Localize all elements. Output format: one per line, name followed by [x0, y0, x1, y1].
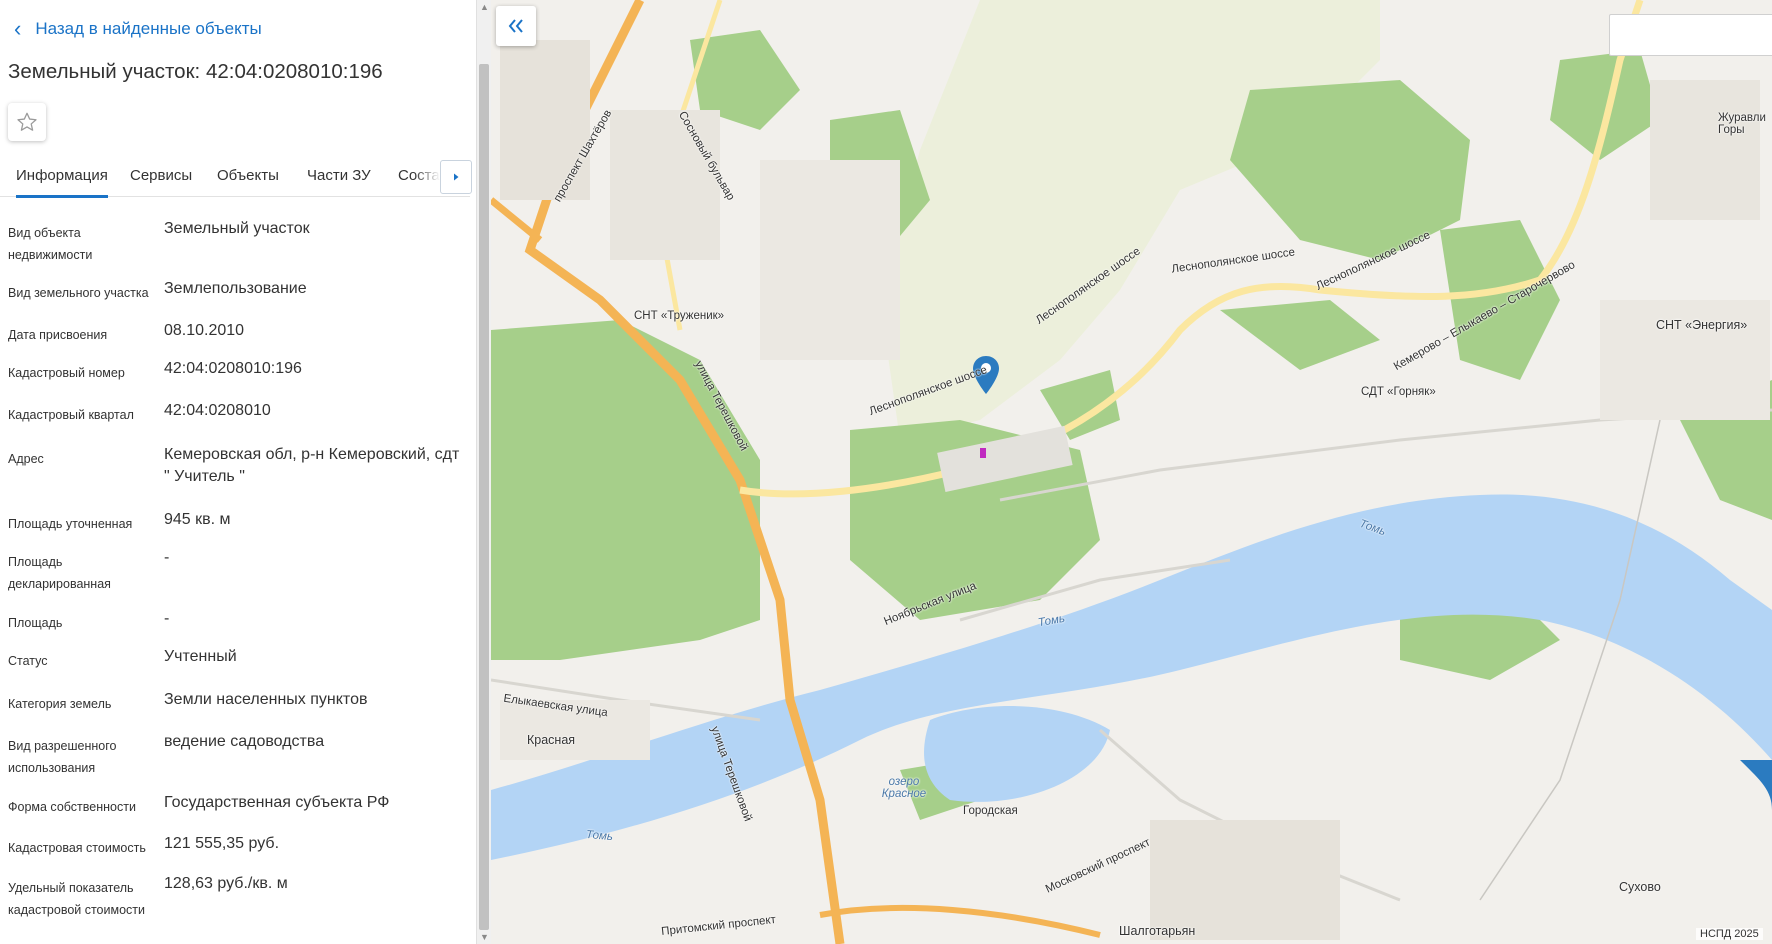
favorite-button[interactable] [8, 103, 46, 141]
attr-value: - [164, 549, 170, 566]
map-search-input[interactable] [1609, 14, 1772, 56]
attr-value: Земельный участок [164, 220, 310, 237]
attr-value: 08.10.2010 [164, 322, 245, 339]
chevron-left-icon: ‹ [14, 16, 22, 41]
attr-label: Вид разрешенного использования [8, 739, 117, 775]
scrollbar-thumb[interactable] [479, 64, 489, 930]
attr-label: Кадастровая стоимость [8, 841, 146, 855]
map-canvas[interactable]: проспект Шахтёров Сосновый бульвар СНТ «… [491, 0, 1772, 944]
tab-objects[interactable]: Объекты [217, 167, 279, 195]
map-label: СДТ «Горняк» [1361, 386, 1436, 398]
back-to-results-link[interactable]: ‹ Назад в найденные объекты [14, 18, 262, 40]
attr-label: Форма собственности [8, 800, 136, 814]
attr-value: Кемеровская обл, р-н Кемеровский, сдт " … [164, 446, 460, 485]
map-label: Красная [527, 733, 576, 747]
map-copyright: НСПД 2025 [1696, 928, 1763, 940]
attr-value: Землепользование [164, 280, 307, 297]
scroll-down-icon[interactable]: ▼ [477, 930, 492, 944]
caret-right-icon [454, 173, 459, 181]
selected-parcel [980, 448, 986, 458]
attr-value: 128,63 руб./кв. м [164, 875, 288, 892]
tab-next-button[interactable] [440, 160, 472, 194]
attr-value: 42:04:0208010 [164, 402, 271, 419]
attr-value: 945 кв. м [164, 511, 231, 528]
attr-label: Кадастровый номер [8, 366, 125, 380]
attr-label: Адрес [8, 452, 44, 466]
info-panel: ‹ Назад в найденные объекты Земельный уч… [0, 0, 476, 944]
object-title: Земельный участок: 42:04:0208010:196 [8, 60, 383, 83]
map-label: СНТ «Труженик» [634, 310, 725, 322]
map-label: Журавли Горы [1718, 112, 1766, 136]
attr-value: 42:04:0208010:196 [164, 360, 302, 377]
attr-value: - [164, 610, 170, 627]
attr-label: Кадастровый квартал [8, 408, 134, 422]
attr-value: Учтенный [164, 648, 237, 665]
scroll-up-icon[interactable]: ▲ [477, 0, 492, 14]
map-label: озеро Красное [881, 776, 927, 800]
attr-value: 121 555,35 руб. [164, 835, 280, 852]
attr-label: Площадь уточненная [8, 517, 133, 531]
star-outline-icon [17, 112, 37, 131]
map-base [491, 0, 1772, 944]
attr-label: Статус [8, 654, 48, 668]
attr-label: Категория земель [8, 697, 112, 711]
attr-label: Площадь [8, 616, 63, 630]
panel-scrollbar[interactable]: ▲ ▼ [476, 0, 492, 944]
back-link-label: Назад в найденные объекты [35, 19, 262, 38]
collapse-panel-button[interactable] [496, 6, 536, 46]
map-label: Городская [963, 805, 1018, 817]
tab-parts[interactable]: Части ЗУ [307, 167, 371, 195]
attr-label: Удельный показатель кадастровой стоимост… [8, 881, 145, 917]
attr-value: Государственная субъекта РФ [164, 794, 390, 811]
attr-value: Земли населенных пунктов [164, 691, 368, 708]
attr-label: Вид объекта недвижимости [8, 226, 93, 262]
tab-bar: Информация Сервисы Объекты Части ЗУ Сост… [0, 160, 472, 198]
attr-label: Вид земельного участка [8, 286, 149, 300]
attr-label: Дата присвоения [8, 328, 108, 342]
tab-information[interactable]: Информация [16, 167, 108, 198]
attr-value: ведение садоводства [164, 733, 325, 750]
double-chevron-left-icon [508, 19, 523, 33]
map-label: Шалготарьян [1119, 924, 1196, 938]
tab-services[interactable]: Сервисы [130, 167, 192, 195]
map-label: СНТ «Энергия» [1656, 318, 1748, 332]
tab-fade [414, 160, 440, 194]
map-label: Сухово [1619, 880, 1661, 894]
map-label: Томь [585, 828, 614, 844]
attr-label: Площадь декларированная [8, 555, 111, 591]
